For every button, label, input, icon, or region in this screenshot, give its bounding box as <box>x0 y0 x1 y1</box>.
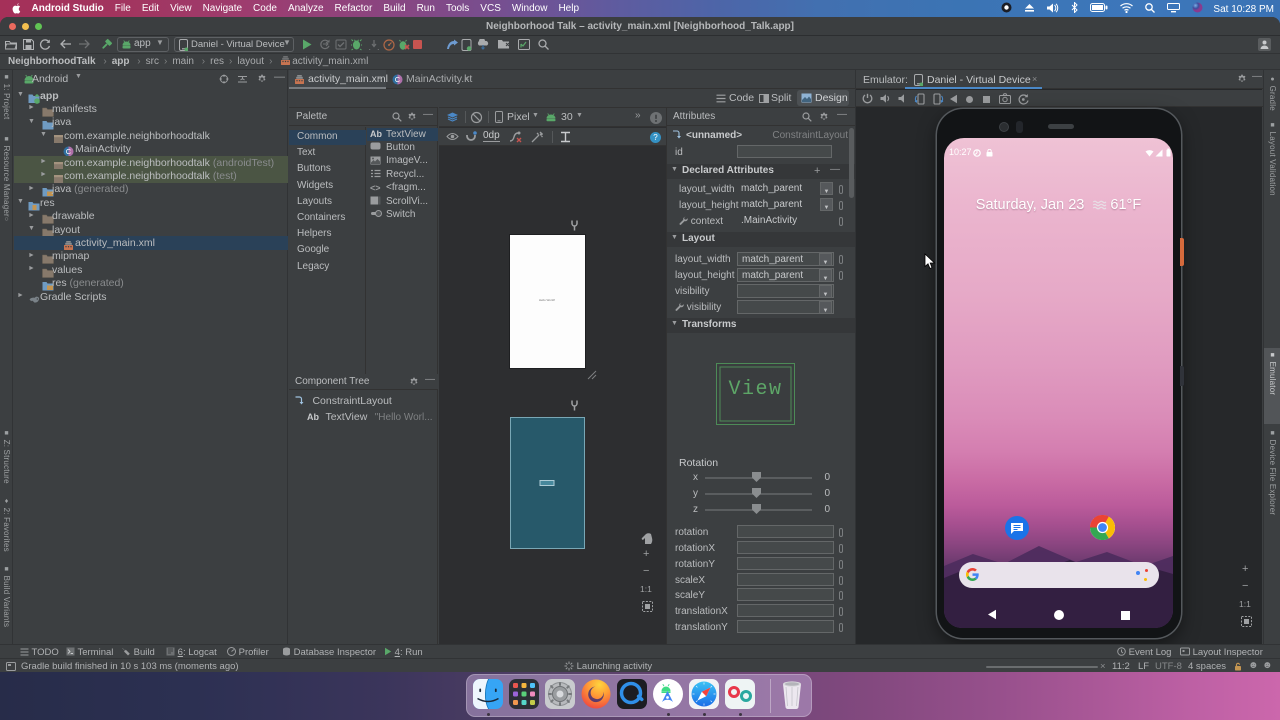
svg-text:C: C <box>66 147 72 156</box>
svg-text:C: C <box>395 75 401 84</box>
